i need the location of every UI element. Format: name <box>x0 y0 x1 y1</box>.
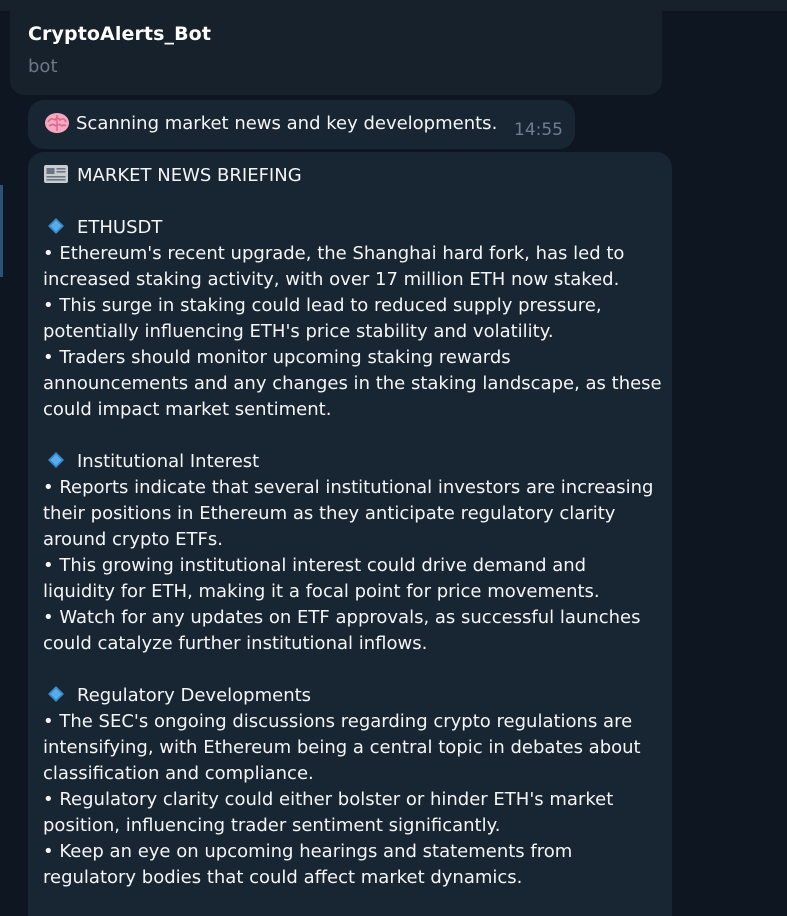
status-message-bubble[interactable]: Scanning market news and key development… <box>28 100 575 149</box>
chat-list-selection-indicator <box>0 185 3 277</box>
section-heading-regulatory-developments: Regulatory Developments <box>43 683 668 709</box>
news-line: • Ethereum's recent upgrade, the Shangha… <box>43 243 625 264</box>
status-message-text-wrap: Scanning market news and key development… <box>44 112 497 134</box>
brain-emoji-icon <box>44 112 70 134</box>
blue-diamond-icon <box>47 217 65 235</box>
news-line: potentially influencing ETH's price stab… <box>43 321 554 342</box>
news-line: announcements and any changes in the sta… <box>43 373 662 394</box>
news-line: • Traders should monitor upcoming stakin… <box>43 347 511 368</box>
news-line: classification and compliance. <box>43 763 314 784</box>
news-line: position, influencing trader sentiment s… <box>43 815 501 836</box>
section-heading: Regulatory Developments <box>77 685 312 706</box>
news-line: regulatory bodies that could affect mark… <box>43 867 523 888</box>
telegram-chat-window: CryptoAlerts_Bot bot Scanning market new… <box>0 0 787 916</box>
section-heading: ETHUSDT <box>77 217 163 238</box>
news-line: • Regulatory clarity could either bolste… <box>43 789 614 810</box>
newspaper-emoji-icon <box>43 163 69 185</box>
news-line: liquidity for ETH, making it a focal poi… <box>43 581 600 602</box>
message-timestamp: 14:55 <box>514 120 563 140</box>
news-line: increased staking activity, with over 17… <box>43 269 620 290</box>
chat-header[interactable]: CryptoAlerts_Bot bot <box>10 11 662 95</box>
news-line: • Watch for any updates on ETF approvals… <box>43 607 641 628</box>
news-line: • Keep an eye on upcoming hearings and s… <box>43 841 573 862</box>
section-heading: Institutional Interest <box>77 451 260 472</box>
section-heading-institutional-interest: Institutional Interest <box>43 449 668 475</box>
briefing-title-line: MARKET NEWS BRIEFING <box>43 163 668 189</box>
briefing-message-bubble[interactable]: MARKET NEWS BRIEFING ETHUSDT • Ethereum'… <box>28 152 672 916</box>
news-line: • Reports indicate that several institut… <box>43 477 654 498</box>
news-line: their positions in Ethereum as they anti… <box>43 503 616 524</box>
blue-diamond-icon <box>47 685 65 703</box>
news-line: • The SEC's ongoing discussions regardin… <box>43 711 633 732</box>
briefing-title: MARKET NEWS BRIEFING <box>77 165 302 186</box>
window-top-strip <box>0 0 787 11</box>
status-message-text: Scanning market news and key development… <box>76 113 498 134</box>
section-heading-ethusdt: ETHUSDT <box>43 215 668 241</box>
news-line: could catalyze further institutional inf… <box>43 633 428 654</box>
news-line: • This surge in staking could lead to re… <box>43 295 602 316</box>
news-line: around crypto ETFs. <box>43 529 223 550</box>
news-line: intensifying, with Ethereum being a cent… <box>43 737 641 758</box>
news-line: • This growing institutional interest co… <box>43 555 587 576</box>
briefing-message-content: MARKET NEWS BRIEFING ETHUSDT • Ethereum'… <box>43 163 668 891</box>
news-line: could impact market sentiment. <box>43 399 332 420</box>
chat-title[interactable]: CryptoAlerts_Bot <box>28 23 211 45</box>
chat-subtitle: bot <box>28 56 58 77</box>
blue-diamond-icon <box>47 451 65 469</box>
